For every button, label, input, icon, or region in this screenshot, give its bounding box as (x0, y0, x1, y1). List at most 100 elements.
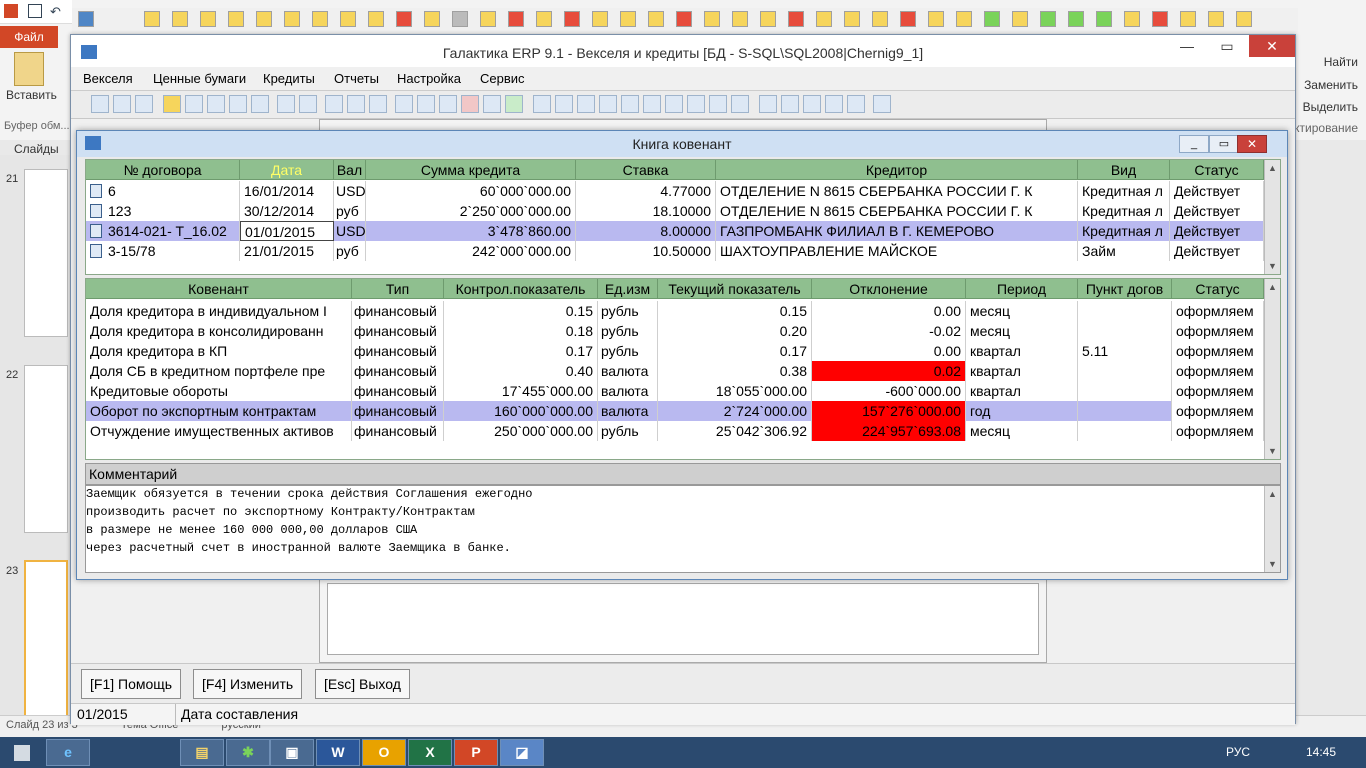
tool-icon[interactable] (424, 11, 440, 27)
file-tab[interactable]: Файл (0, 26, 58, 48)
scroll-down-icon[interactable]: ▼ (1265, 258, 1280, 274)
undo-icon[interactable]: ↶ (50, 4, 61, 20)
mail-icon[interactable] (483, 95, 501, 113)
exit-button[interactable]: [Esc] Выход (315, 669, 410, 699)
find-prev-icon[interactable] (251, 95, 269, 113)
menu-securities[interactable]: Ценные бумаги (153, 71, 246, 86)
keyboard-language[interactable]: РУС (1226, 745, 1250, 759)
column-deviation[interactable]: Отклонение (812, 279, 966, 299)
find-button[interactable]: Найти (1324, 55, 1358, 69)
column-current-indicator[interactable]: Текущий показатель (658, 279, 812, 299)
table-row[interactable]: Доля СБ в кредитном портфеле пре финансо… (86, 361, 1264, 381)
tool-icon[interactable] (1124, 11, 1140, 27)
column-status[interactable]: Статус (1170, 160, 1264, 180)
column-control-indicator[interactable]: Контрол.показатель (444, 279, 598, 299)
chart-icon[interactable] (395, 95, 413, 113)
slide-thumbnail-selected[interactable] (24, 560, 68, 728)
tool-icon[interactable] (200, 11, 216, 27)
scroll-down-icon[interactable]: ▼ (1265, 556, 1280, 572)
refresh-icon[interactable] (505, 95, 523, 113)
column-contract-clause[interactable]: Пункт догов (1078, 279, 1172, 299)
arrow-down-icon[interactable] (599, 95, 617, 113)
network-taskbar-icon[interactable]: ▣ (270, 739, 314, 766)
sum-icon[interactable] (709, 95, 727, 113)
column-contract-number[interactable]: № договора (86, 160, 240, 180)
arrow-last-icon[interactable] (643, 95, 661, 113)
scroll-down-icon[interactable]: ▼ (1265, 443, 1280, 459)
excel-taskbar-icon[interactable]: X (408, 739, 452, 766)
covenants-scrollbar[interactable]: ▲ ▼ (1264, 279, 1280, 459)
replace-button[interactable]: Заменить (1304, 78, 1358, 92)
tool-icon[interactable] (256, 11, 272, 27)
save-icon[interactable] (28, 4, 42, 18)
comment-scrollbar[interactable]: ▲ ▼ (1264, 486, 1280, 572)
column-period[interactable]: Период (966, 279, 1078, 299)
subtotal-icon[interactable] (731, 95, 749, 113)
app-taskbar-icon[interactable]: ✱ (226, 739, 270, 766)
tool-icon[interactable] (732, 11, 748, 27)
table-row[interactable]: Отчуждение имущественных активов финансо… (86, 421, 1264, 441)
list-icon[interactable] (347, 95, 365, 113)
calendar-icon[interactable] (461, 95, 479, 113)
contracts-scrollbar[interactable]: ▲ ▼ (1264, 160, 1280, 274)
arrow-up-icon[interactable] (533, 95, 551, 113)
tool-icon[interactable] (872, 11, 888, 27)
clock[interactable]: 14:45 (1306, 745, 1336, 759)
tool-icon[interactable] (564, 11, 580, 27)
column-creditor[interactable]: Кредитор (716, 160, 1078, 180)
slides-tab[interactable]: Слайды (14, 142, 59, 156)
list-icon[interactable] (369, 95, 387, 113)
table-row[interactable]: Доля кредитора в КП финансовый 0.17 рубл… (86, 341, 1264, 361)
paste-button-label[interactable]: Вставить (6, 88, 57, 102)
explorer-taskbar-icon[interactable]: ▤ (180, 739, 224, 766)
tool-icon[interactable] (1236, 11, 1252, 27)
menu-service[interactable]: Сервис (480, 71, 525, 86)
tool-icon[interactable] (144, 11, 160, 27)
tool-icon[interactable] (1096, 11, 1112, 27)
column-currency[interactable]: Вал (334, 160, 366, 180)
tool-icon[interactable] (788, 11, 804, 27)
tool-icon[interactable] (900, 11, 916, 27)
column-status[interactable]: Статус (1172, 279, 1264, 299)
tool-icon[interactable] (704, 11, 720, 27)
tool-icon[interactable] (676, 11, 692, 27)
find-next-icon[interactable] (229, 95, 247, 113)
tool-icon[interactable] (620, 11, 636, 27)
tool-icon[interactable] (480, 11, 496, 27)
paste-icon[interactable] (14, 52, 44, 86)
select-button[interactable]: Выделить (1303, 100, 1358, 114)
tool-icon[interactable] (368, 11, 384, 27)
menu-bills[interactable]: Векселя (83, 71, 133, 86)
tool-icon[interactable] (1152, 11, 1168, 27)
tool-icon[interactable] (816, 11, 832, 27)
edit-icon[interactable] (277, 95, 295, 113)
tool-icon[interactable] (508, 11, 524, 27)
start-icon[interactable] (14, 745, 30, 761)
list-icon[interactable] (325, 95, 343, 113)
table-row[interactable]: 123 30/12/2014 руб 2`250`000`000.00 18.1… (86, 201, 1264, 221)
sort-icon[interactable] (687, 95, 705, 113)
column-kind[interactable]: Вид (1078, 160, 1170, 180)
print-icon[interactable] (873, 95, 891, 113)
slide-thumbnail[interactable] (24, 365, 68, 533)
menu-reports[interactable]: Отчеты (334, 71, 379, 86)
maximize-icon[interactable]: ▭ (1209, 135, 1239, 153)
calculator-icon[interactable] (417, 95, 435, 113)
column-rate[interactable]: Ставка (576, 160, 716, 180)
columns-icon[interactable] (803, 95, 821, 113)
table-row[interactable]: 6 16/01/2014 USD 60`000`000.00 4.77000 О… (86, 181, 1264, 201)
tool-icon[interactable] (1040, 11, 1056, 27)
close-icon[interactable]: ✕ (1237, 135, 1267, 153)
tool-icon[interactable] (452, 11, 468, 27)
edit-button[interactable]: [F4] Изменить (193, 669, 303, 699)
tool-icon[interactable] (844, 11, 860, 27)
column-type[interactable]: Тип (352, 279, 444, 299)
undo-icon[interactable] (135, 95, 153, 113)
minimize-icon[interactable]: — (1167, 35, 1207, 57)
table-row-selected[interactable]: Оборот по экспортным контрактам финансов… (86, 401, 1264, 421)
internet-explorer-taskbar-icon[interactable]: e (46, 739, 90, 766)
table-row[interactable]: Кредитовые обороты финансовый 17`455`000… (86, 381, 1264, 401)
menu-credits[interactable]: Кредиты (263, 71, 315, 86)
comment-textarea[interactable]: Заемщик обязуется в течении срока действ… (85, 485, 1281, 573)
table-icon[interactable] (665, 95, 683, 113)
